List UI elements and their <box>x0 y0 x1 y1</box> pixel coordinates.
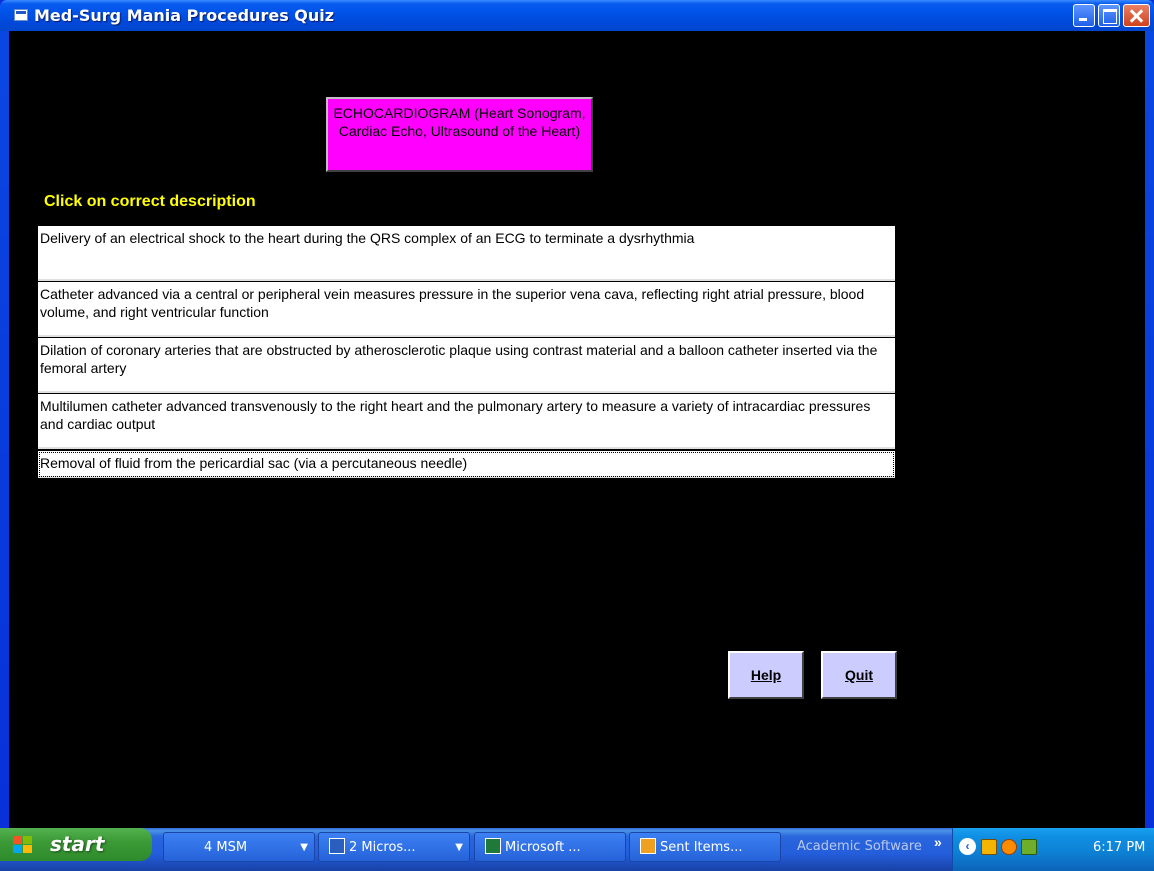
quit-button[interactable]: Quit <box>821 651 897 699</box>
taskbar: start 4 MSM ▼ 2 Micros... ▼ Microsoft ..… <box>0 828 1154 871</box>
security-icon[interactable] <box>1021 839 1037 855</box>
dropdown-arrow-icon: ▼ <box>455 842 463 853</box>
chevron-right-icon[interactable]: » <box>934 834 942 850</box>
answer-option[interactable]: Dilation of coronary arteries that are o… <box>38 338 895 393</box>
maximize-button[interactable] <box>1098 4 1120 27</box>
title-bar[interactable]: Med-Surg Mania Procedures Quiz <box>0 0 1154 31</box>
answer-option[interactable]: Delivery of an electrical shock to the h… <box>38 226 895 281</box>
taskbar-item-sent-items[interactable]: Sent Items... <box>629 832 781 862</box>
help-button-label: Help <box>750 667 782 683</box>
window-title: Med-Surg Mania Procedures Quiz <box>34 6 335 25</box>
taskbar-item-excel[interactable]: Microsoft ... <box>474 832 626 862</box>
answer-option-focused[interactable]: Removal of fluid from the pericardial sa… <box>38 451 895 478</box>
taskbar-item-msm[interactable]: 4 MSM ▼ <box>163 832 315 862</box>
excel-icon <box>485 838 501 854</box>
taskbar-item-label: 4 MSM <box>204 840 248 855</box>
taskbar-item-word[interactable]: 2 Micros... ▼ <box>318 832 470 862</box>
start-button[interactable]: start <box>0 828 152 861</box>
quit-button-label: Quit <box>845 667 873 683</box>
answer-option[interactable]: Multilumen catheter advanced transvenous… <box>38 394 895 449</box>
app-window: Med-Surg Mania Procedures Quiz ECHOCARDI… <box>0 0 1154 828</box>
start-label: start <box>50 832 105 856</box>
toolbar-label: Academic Software <box>797 839 922 854</box>
close-button[interactable] <box>1123 4 1150 27</box>
toolbar-academic-software[interactable]: Academic Software <box>787 832 935 862</box>
instruction-label: Click on correct description <box>44 193 256 210</box>
minimize-button[interactable] <box>1073 4 1095 27</box>
word-icon <box>329 838 345 854</box>
term-box: ECHOCARDIOGRAM (Heart Sonogram, Cardiac … <box>326 97 593 172</box>
taskbar-item-label: Microsoft ... <box>505 840 581 855</box>
network-icon[interactable] <box>981 839 997 855</box>
chevron-left-icon[interactable]: ‹ <box>959 838 976 855</box>
taskbar-item-label: 2 Micros... <box>349 840 416 855</box>
windows-logo-icon <box>13 836 33 854</box>
app-icon <box>14 9 28 21</box>
clock-app-icon[interactable] <box>1001 839 1017 855</box>
taskbar-item-label: Sent Items... <box>660 840 743 855</box>
help-button[interactable]: Help <box>728 651 804 699</box>
outlook-icon <box>640 838 656 854</box>
clock[interactable]: 6:17 PM <box>1093 840 1145 855</box>
answer-option[interactable]: Catheter advanced via a central or perip… <box>38 282 895 337</box>
dropdown-arrow-icon: ▼ <box>300 842 308 853</box>
quiz-area: ECHOCARDIOGRAM (Heart Sonogram, Cardiac … <box>9 31 1145 828</box>
system-tray: ‹ 6:17 PM <box>952 828 1154 871</box>
